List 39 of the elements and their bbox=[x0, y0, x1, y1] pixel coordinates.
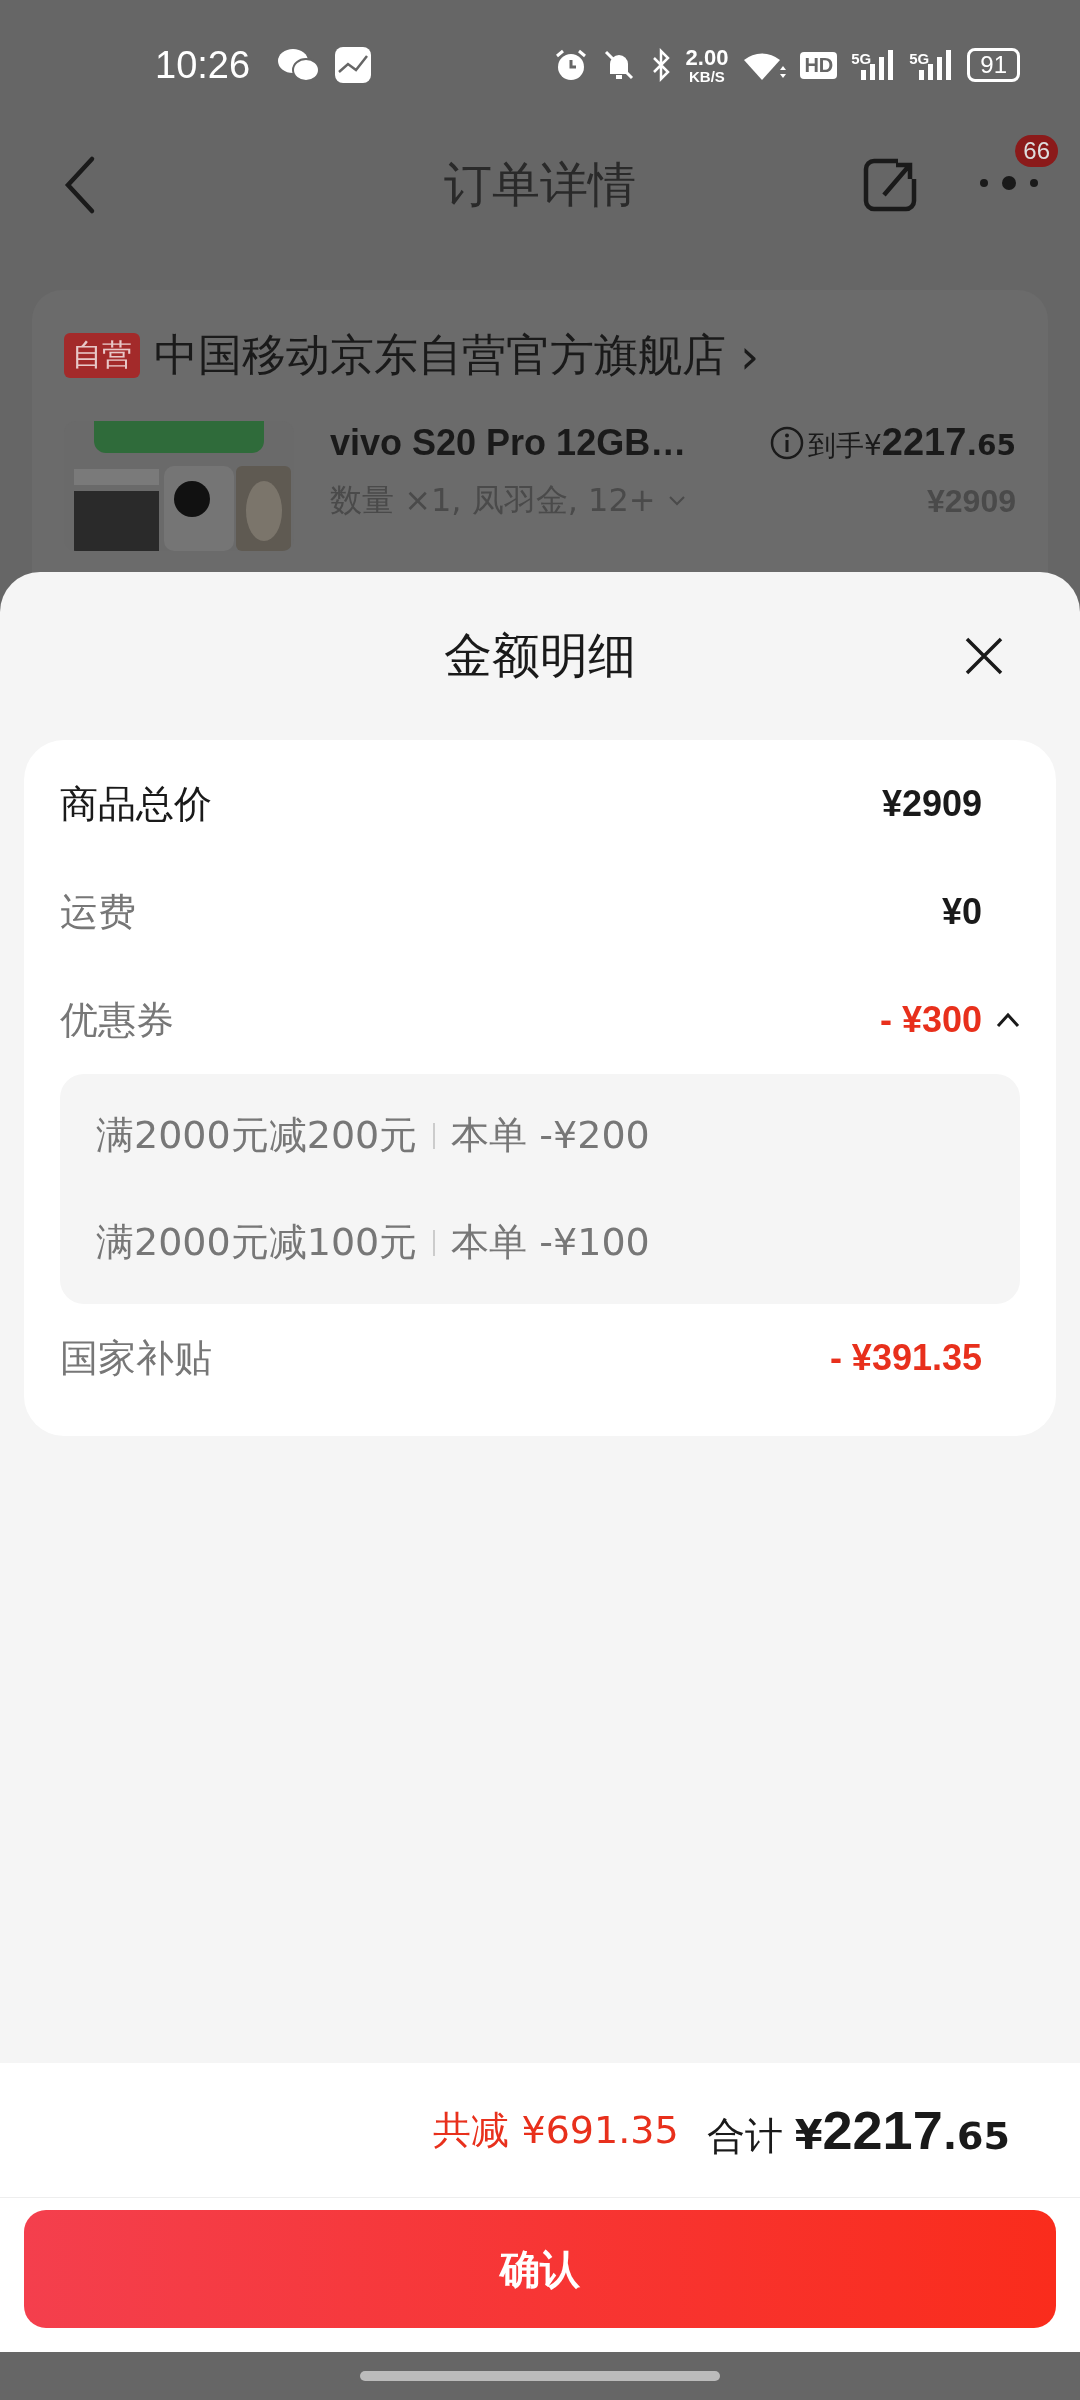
row-amount: - ¥391.35 bbox=[829, 1337, 982, 1379]
battery-level: 91 bbox=[967, 48, 1020, 82]
row-label: 国家补贴 bbox=[60, 1334, 212, 1382]
total-amount: 合计 ¥2217.65 bbox=[706, 2098, 1010, 2162]
confirm-button[interactable]: 确认 bbox=[24, 2210, 1056, 2328]
row-label: 运费 bbox=[60, 888, 136, 936]
share-icon[interactable] bbox=[862, 157, 918, 213]
coupon-amount: 本单 -¥200 bbox=[451, 1112, 650, 1159]
caret-icon bbox=[667, 495, 686, 507]
chevron-up-icon[interactable] bbox=[996, 1012, 1020, 1028]
more-icon[interactable] bbox=[978, 173, 1040, 193]
coupon-name: 满2000元减100元 bbox=[96, 1219, 418, 1266]
sheet-title: 金额明细 bbox=[444, 626, 636, 685]
chevron-icon[interactable]: › bbox=[740, 327, 760, 384]
coupon-amount: 本单 -¥100 bbox=[451, 1219, 650, 1266]
chart-app-icon bbox=[334, 46, 373, 84]
info-icon[interactable] bbox=[770, 426, 804, 460]
coupon-name: 满2000元减200元 bbox=[96, 1112, 418, 1159]
network-speed: 2.00 bbox=[685, 46, 729, 69]
page-title: 订单详情 bbox=[444, 155, 636, 214]
store-name[interactable]: 中国移动京东自营官方旗舰店 bbox=[154, 326, 726, 385]
network-label: 5G bbox=[909, 50, 930, 67]
savings-amount: 共减 ¥691.35 bbox=[433, 2106, 679, 2154]
hd-label: HD bbox=[800, 51, 838, 79]
store-tag: 自营 bbox=[64, 333, 140, 378]
final-price: 到手¥2217.65 bbox=[808, 421, 1016, 465]
clock-time: 10:26 bbox=[155, 43, 251, 87]
notification-badge: 66 bbox=[1015, 135, 1058, 167]
chat-bubbles-icon bbox=[276, 47, 321, 83]
row-amount: - ¥300 bbox=[879, 999, 982, 1041]
row-amount: ¥0 bbox=[941, 891, 982, 933]
row-label: 优惠券 bbox=[60, 996, 174, 1044]
row-label: 商品总价 bbox=[60, 780, 212, 828]
close-icon[interactable] bbox=[964, 636, 1004, 676]
row-amount: ¥2909 bbox=[881, 783, 982, 825]
speed-unit: KB/S bbox=[689, 68, 725, 84]
product-name: vivo S20 Pro 12GB… bbox=[330, 422, 687, 464]
network-label: 5G bbox=[851, 50, 872, 67]
alarm-icon bbox=[553, 48, 588, 82]
